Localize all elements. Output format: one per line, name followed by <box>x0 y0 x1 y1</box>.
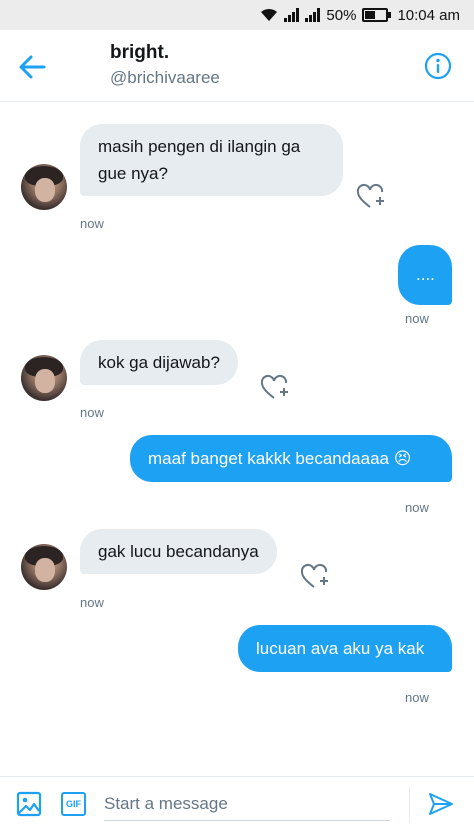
image-icon[interactable] <box>16 791 42 817</box>
conversation-header: bright. @brichivaaree <box>0 30 474 102</box>
incoming-message-bubble[interactable]: gak lucu becandanya <box>80 529 277 574</box>
message-composer: GIF <box>0 776 474 832</box>
heart-plus-icon[interactable] <box>260 374 290 402</box>
outgoing-message-bubble[interactable]: maaf banget kakkk becandaaaa 😣 <box>130 435 452 482</box>
status-bar: 50% 10:04 am <box>0 0 474 30</box>
avatar[interactable] <box>21 355 67 401</box>
outgoing-message-bubble[interactable]: .... <box>398 245 452 305</box>
contact-name: bright. <box>110 42 170 63</box>
message-thread[interactable]: masih pengen di ilangin ga gue nya? now … <box>0 103 474 775</box>
info-icon[interactable] <box>424 52 452 80</box>
message-input[interactable] <box>104 787 390 821</box>
incoming-message-bubble[interactable]: masih pengen di ilangin ga gue nya? <box>80 124 343 196</box>
divider <box>409 787 410 823</box>
outgoing-message-bubble[interactable]: lucuan ava aku ya kak <box>238 625 452 672</box>
message-timestamp: now <box>80 216 104 231</box>
heart-plus-icon[interactable] <box>300 563 330 591</box>
back-arrow-icon[interactable] <box>16 52 48 82</box>
gif-button[interactable]: GIF <box>61 792 86 816</box>
incoming-message-bubble[interactable]: kok ga dijawab? <box>80 340 238 385</box>
battery-icon <box>362 8 392 22</box>
send-icon[interactable] <box>428 792 454 816</box>
wifi-icon <box>261 8 278 21</box>
message-timestamp: now <box>405 311 429 326</box>
message-timestamp: now <box>405 690 429 705</box>
signal-icon <box>284 8 300 22</box>
message-timestamp: now <box>80 405 104 420</box>
clock: 10:04 am <box>397 6 460 24</box>
message-timestamp: now <box>80 595 104 610</box>
heart-plus-icon[interactable] <box>356 183 386 211</box>
battery-percent: 50% <box>326 6 357 24</box>
signal-icon <box>305 8 321 22</box>
contact-handle: @brichivaaree <box>110 68 220 87</box>
avatar[interactable] <box>21 164 67 210</box>
conversation-title: bright. @brichivaaree <box>110 42 220 88</box>
message-timestamp: now <box>405 500 429 515</box>
avatar[interactable] <box>21 544 67 590</box>
